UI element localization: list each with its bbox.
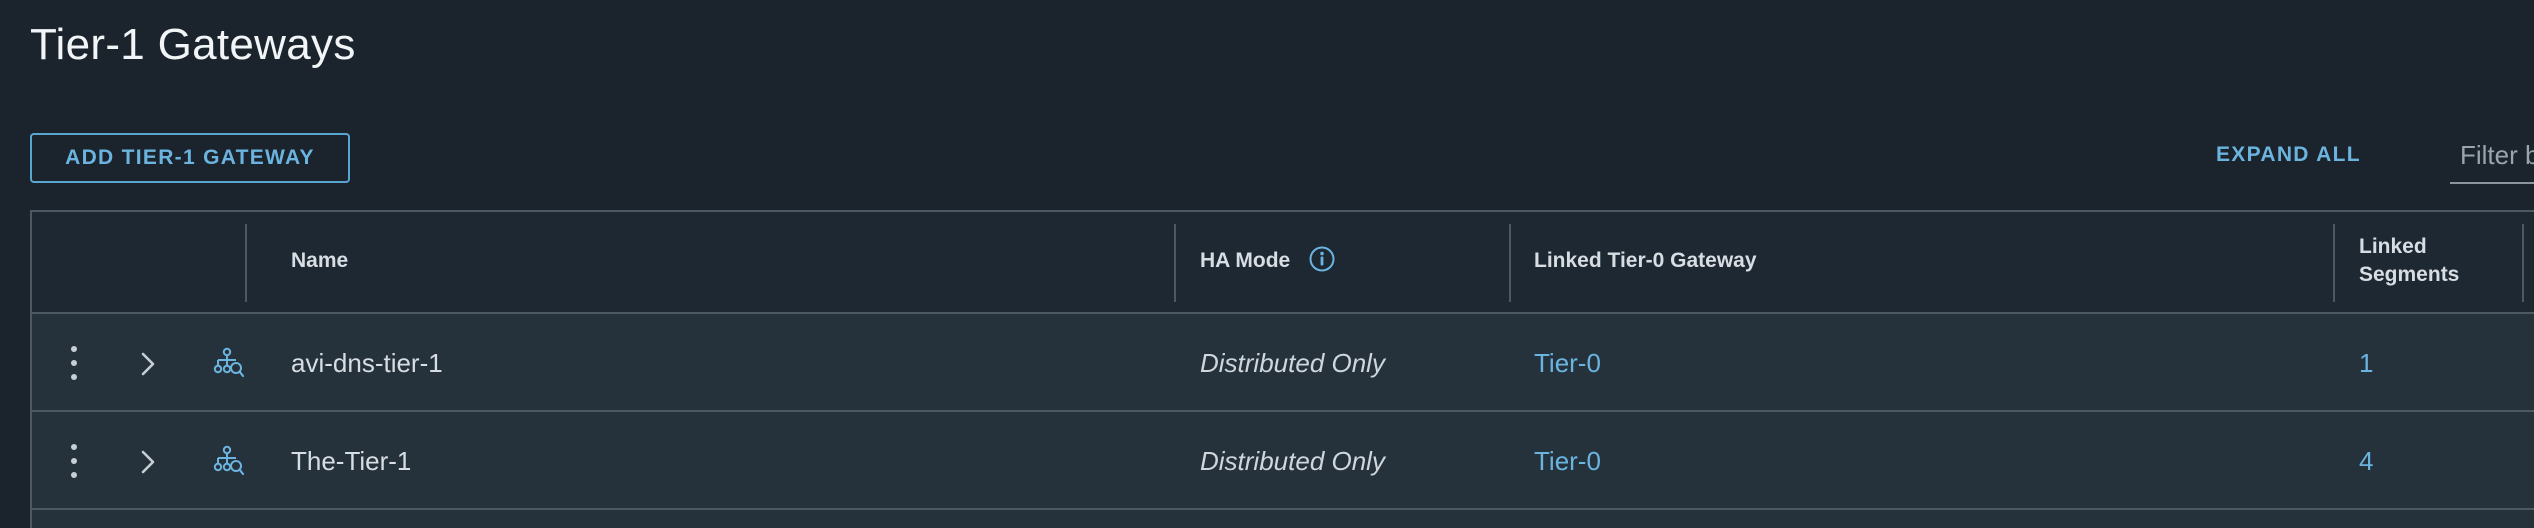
column-separator[interactable] (245, 224, 247, 302)
column-header-linked-tier0[interactable]: Linked Tier-0 Gateway (1534, 247, 1757, 275)
gateway-name: avi-dns-tier-1 (291, 348, 443, 378)
column-header-linked-segments-line2: Segments (2359, 263, 2460, 286)
chevron-right-icon[interactable] (136, 445, 160, 479)
column-header-linked-segments-line1: Linked (2359, 235, 2427, 258)
column-header-linked-segments[interactable]: Linked Segments (2359, 233, 2459, 289)
tier1-gateways-page: Tier-1 Gateways ADD TIER-1 GATEWAY EXPAN… (0, 0, 2534, 528)
column-separator[interactable] (1509, 224, 1511, 302)
add-tier1-gateway-button[interactable]: ADD TIER-1 GATEWAY (30, 133, 350, 183)
table-header: Name HA Mode Linked Tier-0 Gateway Linke… (32, 212, 2534, 314)
kebab-vertical-icon[interactable] (62, 342, 86, 384)
filter-input[interactable] (2450, 128, 2534, 184)
linked-tier0-link[interactable]: Tier-0 (1534, 444, 1601, 478)
linked-segments-link[interactable]: 4 (2359, 444, 2373, 478)
expand-all-link[interactable]: EXPAND ALL (2216, 143, 2361, 167)
kebab-vertical-icon[interactable] (62, 440, 86, 482)
column-separator[interactable] (2522, 224, 2524, 302)
info-circle-icon[interactable] (1308, 245, 1336, 273)
table-row[interactable]: avi-dns-tier-1 Distributed Only Tier-0 1 (32, 314, 2534, 412)
table-row[interactable]: The-Tier-1 Distributed Only Tier-0 4 (32, 412, 2534, 510)
gateway-name: The-Tier-1 (291, 446, 412, 476)
table-row[interactable] (32, 510, 2534, 528)
page-title: Tier-1 Gateways (30, 20, 356, 69)
tier1-gateway-icon (213, 347, 245, 378)
column-separator[interactable] (1174, 224, 1176, 302)
column-header-ha-mode[interactable]: HA Mode (1200, 245, 1336, 275)
linked-segments-link[interactable]: 1 (2359, 346, 2373, 380)
linked-tier0-link[interactable]: Tier-0 (1534, 346, 1601, 380)
chevron-right-icon[interactable] (136, 347, 160, 381)
tier1-gateway-icon (213, 445, 245, 476)
column-header-ha-mode-label: HA Mode (1200, 249, 1291, 272)
gateways-datagrid: Name HA Mode Linked Tier-0 Gateway Linke… (30, 210, 2534, 528)
column-separator[interactable] (2333, 224, 2335, 302)
column-header-name[interactable]: Name (291, 247, 348, 275)
ha-mode-value: Distributed Only (1200, 446, 1385, 476)
ha-mode-value: Distributed Only (1200, 348, 1385, 378)
